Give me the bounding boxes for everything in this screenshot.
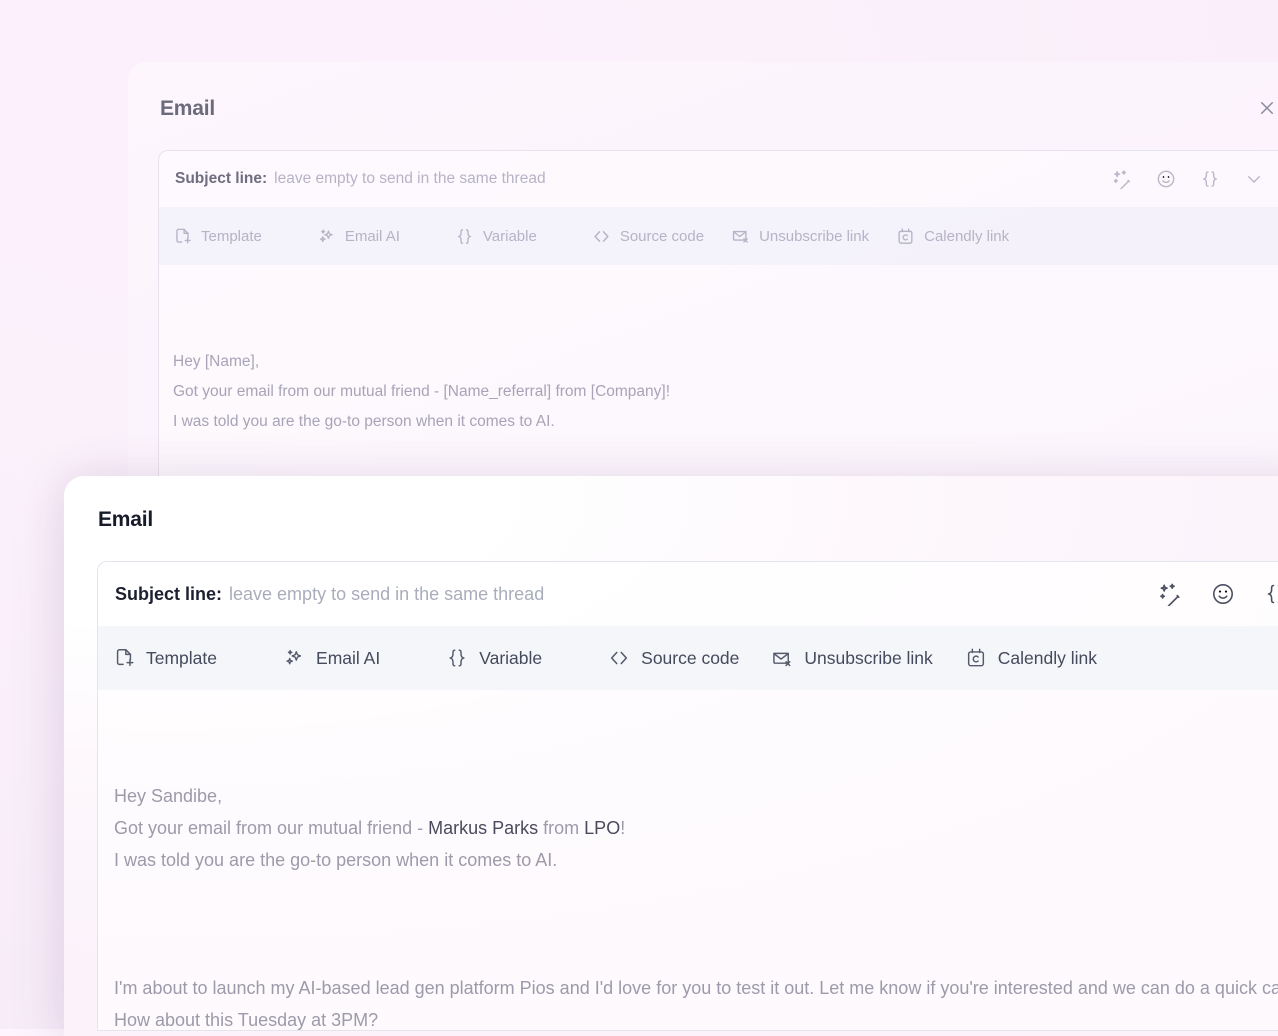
toolbar-item-email-ai[interactable]: Email AI — [283, 647, 414, 669]
toolbar-label-variable: Variable — [479, 647, 543, 668]
toolbar-label-unsubscribe-link: Unsubscribe link — [804, 647, 933, 668]
front-email-body[interactable]: Hey Sandibe, Got your email from our mutu… — [98, 690, 1278, 1030]
back-body-greeting: Hey [Name], — [173, 353, 260, 370]
angle-brackets-icon — [608, 647, 630, 669]
curly-braces-icon — [455, 227, 474, 246]
back-panel-header: Email — [160, 95, 1278, 121]
chevron-down-icon[interactable] — [1243, 168, 1265, 190]
toolbar-label-template: Template — [201, 227, 262, 245]
calendar-c-icon — [965, 647, 987, 669]
toolbar-item-source-code[interactable]: Source code — [608, 647, 739, 669]
front-body-paragraph-1: Hey Sandibe, Got your email from our mutu… — [114, 780, 1278, 876]
emoji-smiley-icon[interactable] — [1155, 168, 1177, 190]
file-plus-icon — [113, 647, 135, 669]
front-editor-toolbar: Template Email AI Variable Source code U… — [98, 626, 1278, 690]
email-modal-background: Email Subject line: leave empty to send … — [128, 62, 1278, 532]
front-panel-header: Email — [98, 509, 1278, 530]
app-background: Email Subject line: leave empty to send … — [0, 0, 1278, 1036]
toolbar-label-unsubscribe-link: Unsubscribe link — [759, 227, 870, 245]
front-subject-row[interactable]: Subject line: leave empty to send in the… — [98, 562, 1278, 626]
toolbar-item-source-code[interactable]: Source code — [592, 227, 704, 246]
back-body-paragraph-1: Hey [Name], Got your email from our mutua… — [173, 347, 1259, 437]
toolbar-item-template[interactable]: Template — [173, 227, 290, 246]
curly-braces-icon — [446, 647, 468, 669]
subject-input-placeholder[interactable]: leave empty to send in the same thread — [274, 170, 545, 188]
chevron-down-icon[interactable] — [550, 229, 565, 244]
subject-input-placeholder[interactable]: leave empty to send in the same thread — [229, 584, 544, 605]
sparkles-icon — [283, 647, 305, 669]
front-email-editor: Subject line: leave empty to send in the… — [97, 561, 1278, 1031]
toolbar-item-variable[interactable]: Variable — [446, 647, 576, 669]
toolbar-label-variable: Variable — [482, 227, 537, 245]
front-subject-actions — [1157, 581, 1278, 607]
toolbar-label-template: Template — [146, 647, 218, 668]
front-body-line3: I was told you are the go-to person when… — [114, 850, 558, 870]
email-modal-foreground: Email Subject line: leave empty to send … — [64, 476, 1278, 1036]
toolbar-label-email-ai: Email AI — [344, 227, 400, 245]
toolbar-label-source-code: Source code — [619, 227, 705, 245]
back-editor-toolbar: Template Email AI Variable Source code U… — [159, 207, 1278, 265]
front-body-greeting: Hey Sandibe, — [114, 786, 223, 806]
front-body-line2-suffix: ! — [620, 818, 626, 838]
toolbar-item-calendly-link[interactable]: Calendly link — [965, 647, 1097, 669]
back-email-editor: Subject line: leave empty to send in the… — [158, 150, 1278, 510]
toolbar-item-calendly-link[interactable]: Calendly link — [896, 227, 1009, 246]
sparkles-icon — [317, 227, 336, 246]
back-body-line3: I was told you are the go-to person when… — [173, 413, 555, 430]
calendar-c-icon — [896, 227, 915, 246]
toolbar-label-email-ai: Email AI — [316, 647, 381, 668]
chevron-down-icon[interactable] — [234, 650, 251, 667]
subject-line-label: Subject line: — [175, 170, 268, 187]
file-plus-icon — [173, 227, 192, 246]
toolbar-item-unsubscribe-link[interactable]: Unsubscribe link — [771, 647, 933, 669]
front-body-paragraph-2: I'm about to launch my AI-based lead gen… — [114, 978, 1278, 1030]
toolbar-item-template[interactable]: Template — [113, 647, 251, 669]
toolbar-label-source-code: Source code — [641, 647, 740, 668]
close-icon[interactable] — [1254, 95, 1278, 121]
chevron-down-icon[interactable] — [559, 650, 576, 667]
envelope-x-icon — [731, 227, 750, 246]
magic-wand-icon[interactable] — [1157, 581, 1183, 607]
angle-brackets-icon — [592, 227, 611, 246]
back-email-body[interactable]: Hey [Name], Got your email from our mutua… — [159, 265, 1278, 509]
emoji-smiley-icon[interactable] — [1210, 581, 1236, 607]
curly-braces-icon[interactable] — [1263, 581, 1278, 607]
chevron-down-icon[interactable] — [275, 229, 290, 244]
front-body-referral-name: Markus Parks — [428, 818, 539, 838]
curly-braces-icon[interactable] — [1199, 168, 1221, 190]
envelope-x-icon — [771, 647, 793, 669]
page-title: Email — [160, 96, 216, 120]
toolbar-item-email-ai[interactable]: Email AI — [317, 227, 428, 246]
back-subject-actions — [1111, 168, 1265, 190]
back-subject-row[interactable]: Subject line: leave empty to send in the… — [159, 151, 1278, 207]
page-title: Email — [98, 508, 154, 531]
subject-line-label: Subject line: — [115, 583, 223, 604]
chevron-down-icon[interactable] — [413, 229, 428, 244]
toolbar-item-variable[interactable]: Variable — [455, 227, 565, 246]
front-body-company: LPO — [584, 818, 621, 838]
front-body-line2-prefix: Got your email from our mutual friend - — [114, 818, 429, 838]
chevron-down-icon[interactable] — [397, 650, 414, 667]
toolbar-item-unsubscribe-link[interactable]: Unsubscribe link — [731, 227, 869, 246]
front-body-line2-mid: from — [538, 818, 585, 838]
toolbar-label-calendly-link: Calendly link — [924, 227, 1010, 245]
toolbar-label-calendly-link: Calendly link — [997, 647, 1098, 668]
back-body-line2: Got your email from our mutual friend - … — [173, 383, 671, 400]
magic-wand-icon[interactable] — [1111, 168, 1133, 190]
